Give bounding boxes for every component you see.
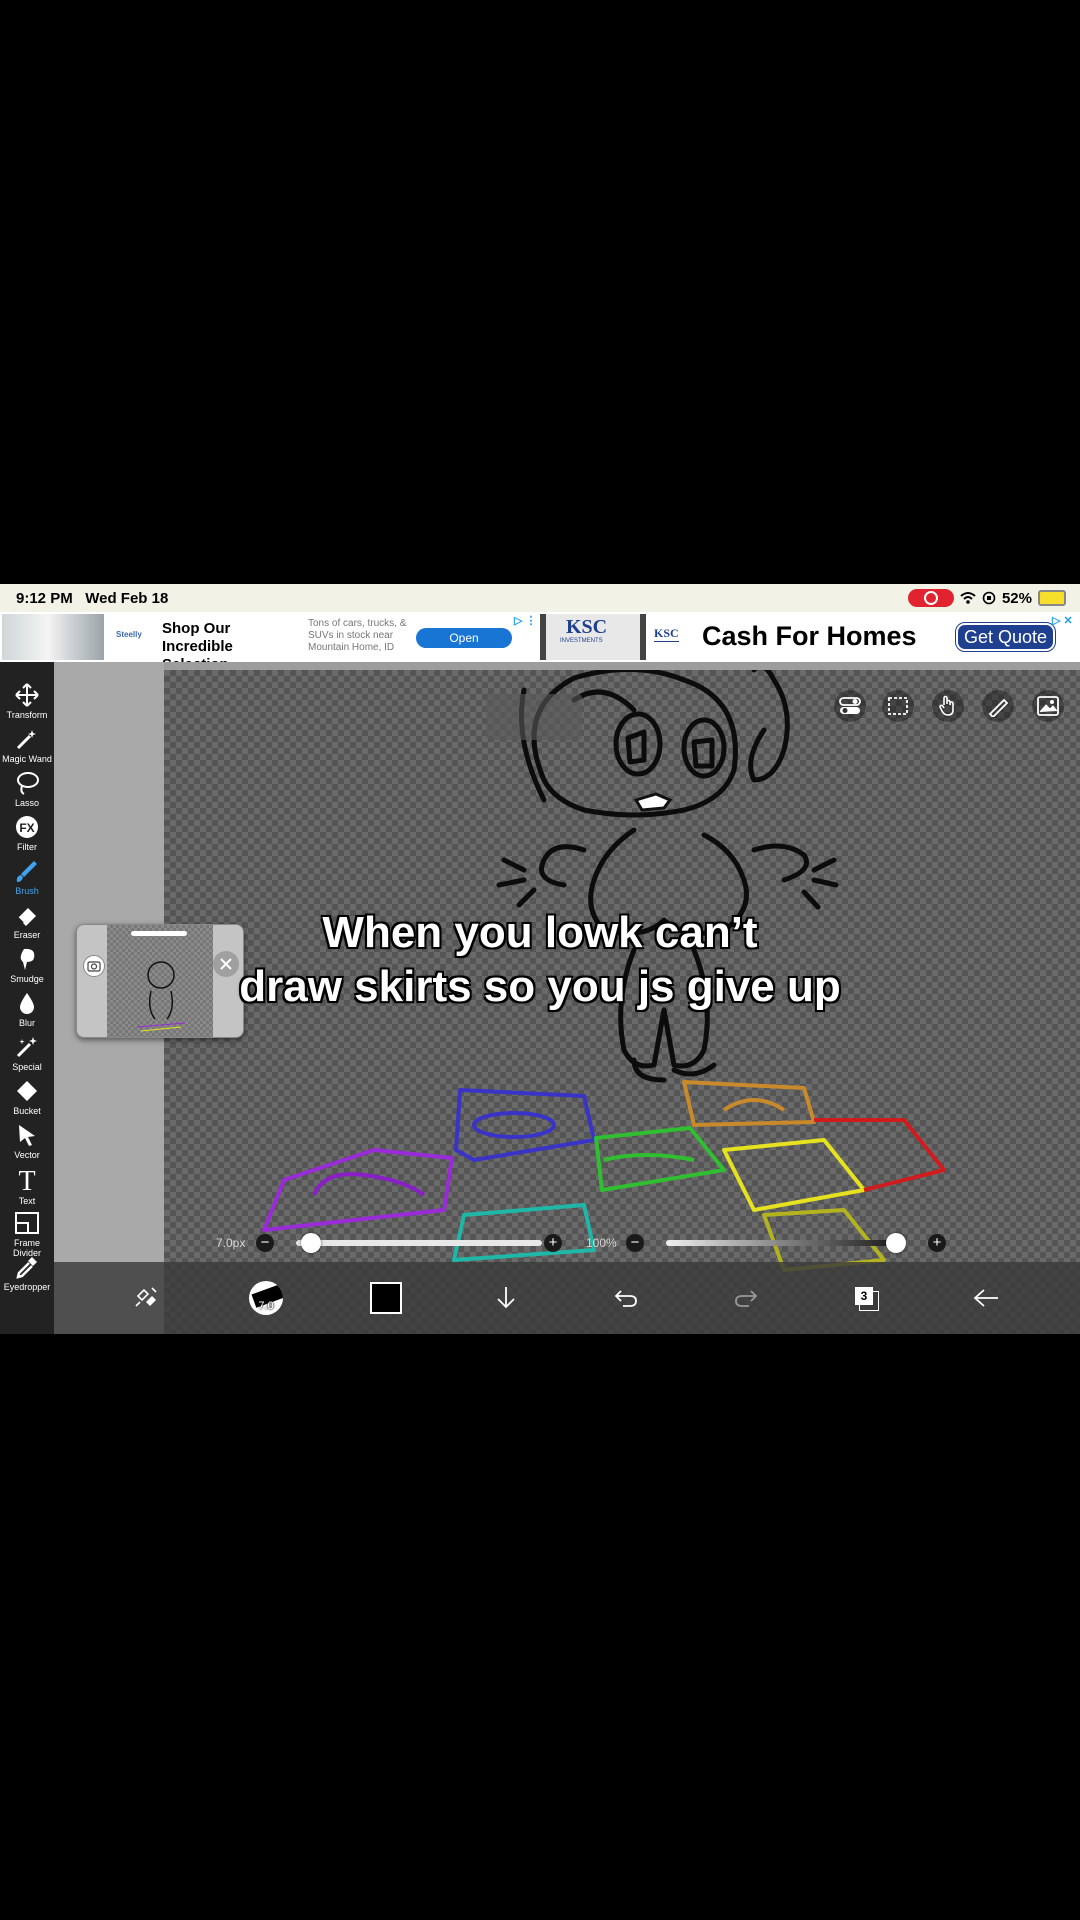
brush-size-label: 7.0px [216, 1236, 246, 1250]
screen-record-indicator[interactable] [907, 589, 954, 607]
text-icon: T [0, 1166, 54, 1194]
camera-icon[interactable] [83, 955, 105, 977]
tool-frame-divider[interactable]: Frame Divider [0, 1210, 54, 1258]
current-color-swatch[interactable] [370, 1282, 402, 1314]
tool-vector[interactable]: Vector [0, 1122, 54, 1160]
drawing-app: When you lowk can’t draw skirts so you j… [0, 662, 1080, 1334]
ad-get-quote-button[interactable]: Get Quote [954, 622, 1057, 652]
battery-icon [1038, 590, 1066, 606]
tool-label: Vector [14, 1150, 40, 1160]
redo-icon[interactable] [728, 1280, 764, 1316]
tool-label: Brush [15, 886, 39, 896]
arrow-down-icon[interactable] [488, 1280, 524, 1316]
svg-text:T: T [18, 1166, 35, 1194]
hand-gesture-icon[interactable] [932, 690, 964, 722]
move-icon [0, 682, 54, 708]
tool-blur[interactable]: Blur [0, 990, 54, 1028]
magic-wand-icon [0, 726, 54, 752]
selection-rect-icon[interactable] [882, 690, 914, 722]
battery-percent: 52% [1001, 589, 1032, 607]
ksc-sign-sub: INVESTMENTS [560, 638, 603, 644]
ad-description: Tons of cars, trucks, & SUVs in stock ne… [308, 618, 407, 653]
faded-popup [486, 694, 582, 740]
video-caption: When you lowk can’t draw skirts so you j… [164, 906, 916, 1014]
caption-line-1: When you lowk can’t [322, 908, 758, 957]
vector-arrow-icon [0, 1122, 54, 1148]
tool-eyedropper[interactable]: Eyedropper [0, 1254, 54, 1292]
lasso-icon [0, 770, 54, 796]
opacity-decrease-button[interactable]: − [626, 1234, 644, 1252]
ad-open-button[interactable]: Open [416, 628, 512, 648]
wifi-icon [960, 592, 976, 604]
status-right: 52% [907, 588, 1066, 608]
brush-size-increase-button[interactable]: + [544, 1234, 562, 1252]
ad-image-dealership[interactable] [2, 614, 104, 660]
ruler-icon[interactable] [982, 690, 1014, 722]
status-time: 9:12 PM Wed Feb 18 [16, 590, 169, 607]
opacity-increase-button[interactable]: + [928, 1234, 946, 1252]
special-icon [0, 1034, 54, 1060]
orientation-lock-icon [982, 591, 996, 605]
layer-count: 3 [855, 1287, 873, 1305]
svg-text:FX: FX [19, 821, 34, 835]
tool-sidebar: Transform Magic Wand Lasso FX Filter Brush Era… [0, 662, 54, 1334]
status-bar: 9:12 PM Wed Feb 18 52% [0, 584, 1080, 612]
ad-ksc-logo: KSC [654, 626, 679, 642]
brush-size-slider[interactable] [296, 1240, 542, 1246]
fx-icon: FX [0, 814, 54, 840]
frame-divider-icon [0, 1210, 54, 1236]
caption-line-2: draw skirts so you js give up [239, 962, 841, 1011]
undo-icon[interactable] [608, 1280, 644, 1316]
tool-lasso[interactable]: Lasso [0, 770, 54, 808]
tool-label: Transform [6, 710, 48, 720]
eraser-icon [0, 902, 54, 928]
tool-bucket[interactable]: Bucket [0, 1078, 54, 1116]
tool-label: Filter [17, 842, 37, 852]
status-date: Wed Feb 18 [85, 590, 169, 607]
tool-label: Bucket [13, 1106, 41, 1116]
tool-brush[interactable]: Brush [0, 858, 54, 896]
ad-choices-icon-2[interactable]: ▷ ✕ [1052, 614, 1073, 627]
ad-choices-icon[interactable]: ▷ ⋮ [514, 614, 537, 627]
opacity-label: 100% [586, 1236, 617, 1250]
tool-label: Smudge [10, 974, 44, 984]
ksc-sign-logo: KSC [566, 616, 608, 638]
toggle-settings-icon[interactable] [834, 690, 866, 722]
opacity-slider[interactable] [666, 1240, 906, 1246]
brush-icon [0, 858, 54, 884]
tool-label: Eraser [13, 930, 41, 940]
blur-drop-icon [0, 990, 54, 1016]
tool-magic-wand[interactable]: Magic Wand [0, 726, 54, 764]
ad-logo: Steelly [116, 630, 142, 639]
brush-size-decrease-button[interactable]: − [256, 1234, 274, 1252]
tool-filter[interactable]: FX Filter [0, 814, 54, 852]
back-arrow-icon[interactable] [968, 1280, 1004, 1316]
tool-label: Lasso [14, 798, 40, 808]
ad-title-cash-for-homes[interactable]: Cash For Homes [702, 621, 917, 652]
tool-smudge[interactable]: Smudge [0, 946, 54, 984]
brush-eraser-swap-icon[interactable] [128, 1280, 164, 1316]
opacity-knob[interactable] [886, 1233, 906, 1253]
tool-label: Magic Wand [2, 754, 52, 764]
smudge-icon [0, 946, 54, 972]
ad-image-ksc-sign[interactable]: KSC INVESTMENTS [540, 614, 646, 660]
color-swatch-button[interactable] [368, 1280, 404, 1316]
bottom-toolbar: 7.0 3 [54, 1262, 1080, 1334]
brush-size-knob[interactable] [300, 1233, 321, 1253]
tool-label: Special [12, 1062, 42, 1072]
image-import-icon[interactable] [1032, 690, 1064, 722]
layers-button[interactable]: 3 [848, 1280, 884, 1316]
tool-special[interactable]: Special [0, 1034, 54, 1072]
tool-eraser[interactable]: Eraser [0, 902, 54, 940]
brush-size-badge: 7.0 [258, 1300, 274, 1312]
tool-transform[interactable]: Transform [0, 682, 54, 720]
brush-preview-button[interactable]: 7.0 [248, 1280, 284, 1316]
ad-banner: Steelly Shop Our Incredible Selection To… [0, 612, 1080, 673]
tool-label: Text [18, 1196, 36, 1206]
bucket-icon [0, 1078, 54, 1104]
eyedropper-icon [0, 1254, 54, 1280]
tool-text[interactable]: T Text [0, 1166, 54, 1206]
tool-label: Eyedropper [3, 1282, 51, 1292]
tool-label: Blur [18, 1018, 35, 1028]
